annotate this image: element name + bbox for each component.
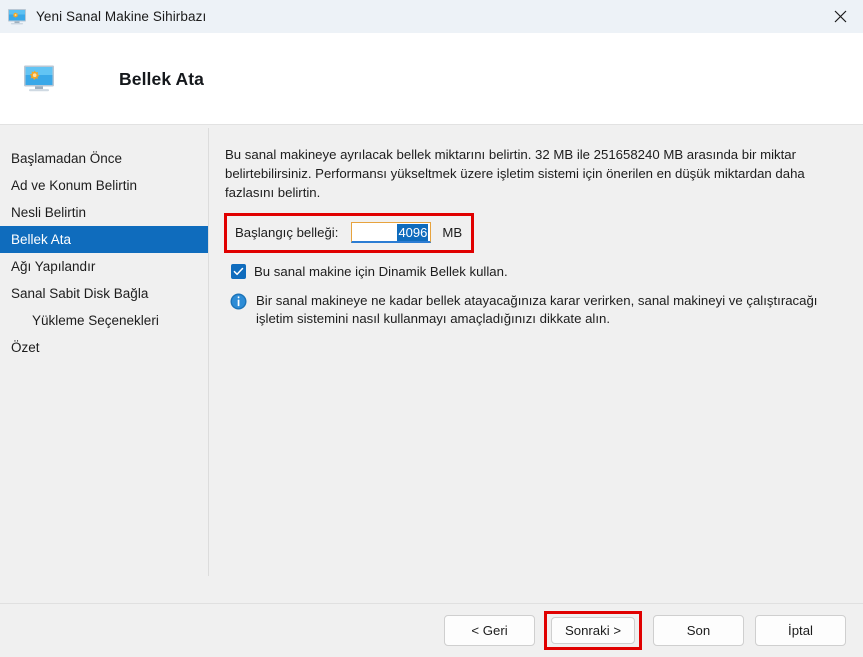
startup-memory-input-wrapper: 4096 bbox=[351, 222, 432, 243]
dynamic-memory-label: Bu sanal makine için Dinamik Bellek kull… bbox=[254, 264, 508, 279]
close-button[interactable] bbox=[817, 0, 863, 33]
info-icon bbox=[230, 293, 247, 310]
window-title: Yeni Sanal Makine Sihirbazı bbox=[36, 9, 207, 24]
finish-button[interactable]: Son bbox=[653, 615, 744, 646]
sidebar-item-configure-networking[interactable]: Ağı Yapılandır bbox=[0, 253, 208, 280]
cancel-button[interactable]: İptal bbox=[755, 615, 846, 646]
startup-memory-label: Başlangıç belleği: bbox=[235, 225, 339, 240]
titlebar: Yeni Sanal Makine Sihirbazı bbox=[0, 0, 863, 33]
sidebar-item-connect-virtual-hard-disk[interactable]: Sanal Sabit Disk Bağla bbox=[0, 280, 208, 307]
page-title: Bellek Ata bbox=[119, 68, 204, 89]
new-virtual-machine-wizard-window: Yeni Sanal Makine Sihirbazı Bellek Ata B… bbox=[0, 0, 863, 657]
cancel-button-slot: İptal bbox=[755, 615, 846, 646]
sidebar-item-installation-options[interactable]: Yükleme Seçenekleri bbox=[0, 307, 208, 334]
page-header: Bellek Ata bbox=[0, 33, 863, 125]
wizard-footer: < Geri Sonraki > Son İptal bbox=[0, 603, 863, 657]
memory-info-text: Bir sanal makineye ne kadar bellek ataya… bbox=[256, 293, 818, 326]
wizard-step-list: Başlamadan Önce Ad ve Konum Belirtin Nes… bbox=[0, 125, 208, 603]
startup-memory-annotation: Başlangıç belleği: 4096 MB bbox=[224, 213, 475, 253]
back-button[interactable]: < Geri bbox=[444, 615, 535, 646]
virtual-machine-monitor-icon-large bbox=[24, 65, 54, 92]
next-button-annotation: Sonraki > bbox=[544, 611, 642, 650]
sidebar-item-specify-name-location[interactable]: Ad ve Konum Belirtin bbox=[0, 172, 208, 199]
finish-button-slot: Son bbox=[653, 615, 744, 646]
sidebar-item-specify-generation[interactable]: Nesli Belirtin bbox=[0, 199, 208, 226]
sidebar-item-assign-memory[interactable]: Bellek Ata bbox=[0, 226, 208, 253]
back-button-slot: < Geri bbox=[444, 615, 535, 646]
wizard-content: Bu sanal makineye ayrılacak bellek mikta… bbox=[209, 125, 863, 603]
close-icon bbox=[834, 10, 846, 23]
dynamic-memory-checkbox[interactable] bbox=[231, 264, 246, 279]
next-button[interactable]: Sonraki > bbox=[551, 617, 635, 644]
startup-memory-input[interactable] bbox=[351, 222, 432, 243]
wizard-body: Başlamadan Önce Ad ve Konum Belirtin Nes… bbox=[0, 125, 863, 603]
memory-info-row: Bir sanal makineye ne kadar bellek ataya… bbox=[230, 292, 840, 328]
sidebar-item-summary[interactable]: Özet bbox=[0, 334, 208, 361]
sidebar-item-before-you-begin[interactable]: Başlamadan Önce bbox=[0, 145, 208, 172]
startup-memory-unit: MB bbox=[442, 225, 463, 240]
dynamic-memory-row[interactable]: Bu sanal makine için Dinamik Bellek kull… bbox=[231, 264, 843, 279]
virtual-machine-monitor-icon bbox=[8, 8, 26, 24]
memory-description: Bu sanal makineye ayrılacak bellek mikta… bbox=[225, 147, 805, 200]
checkmark-icon bbox=[233, 267, 244, 276]
